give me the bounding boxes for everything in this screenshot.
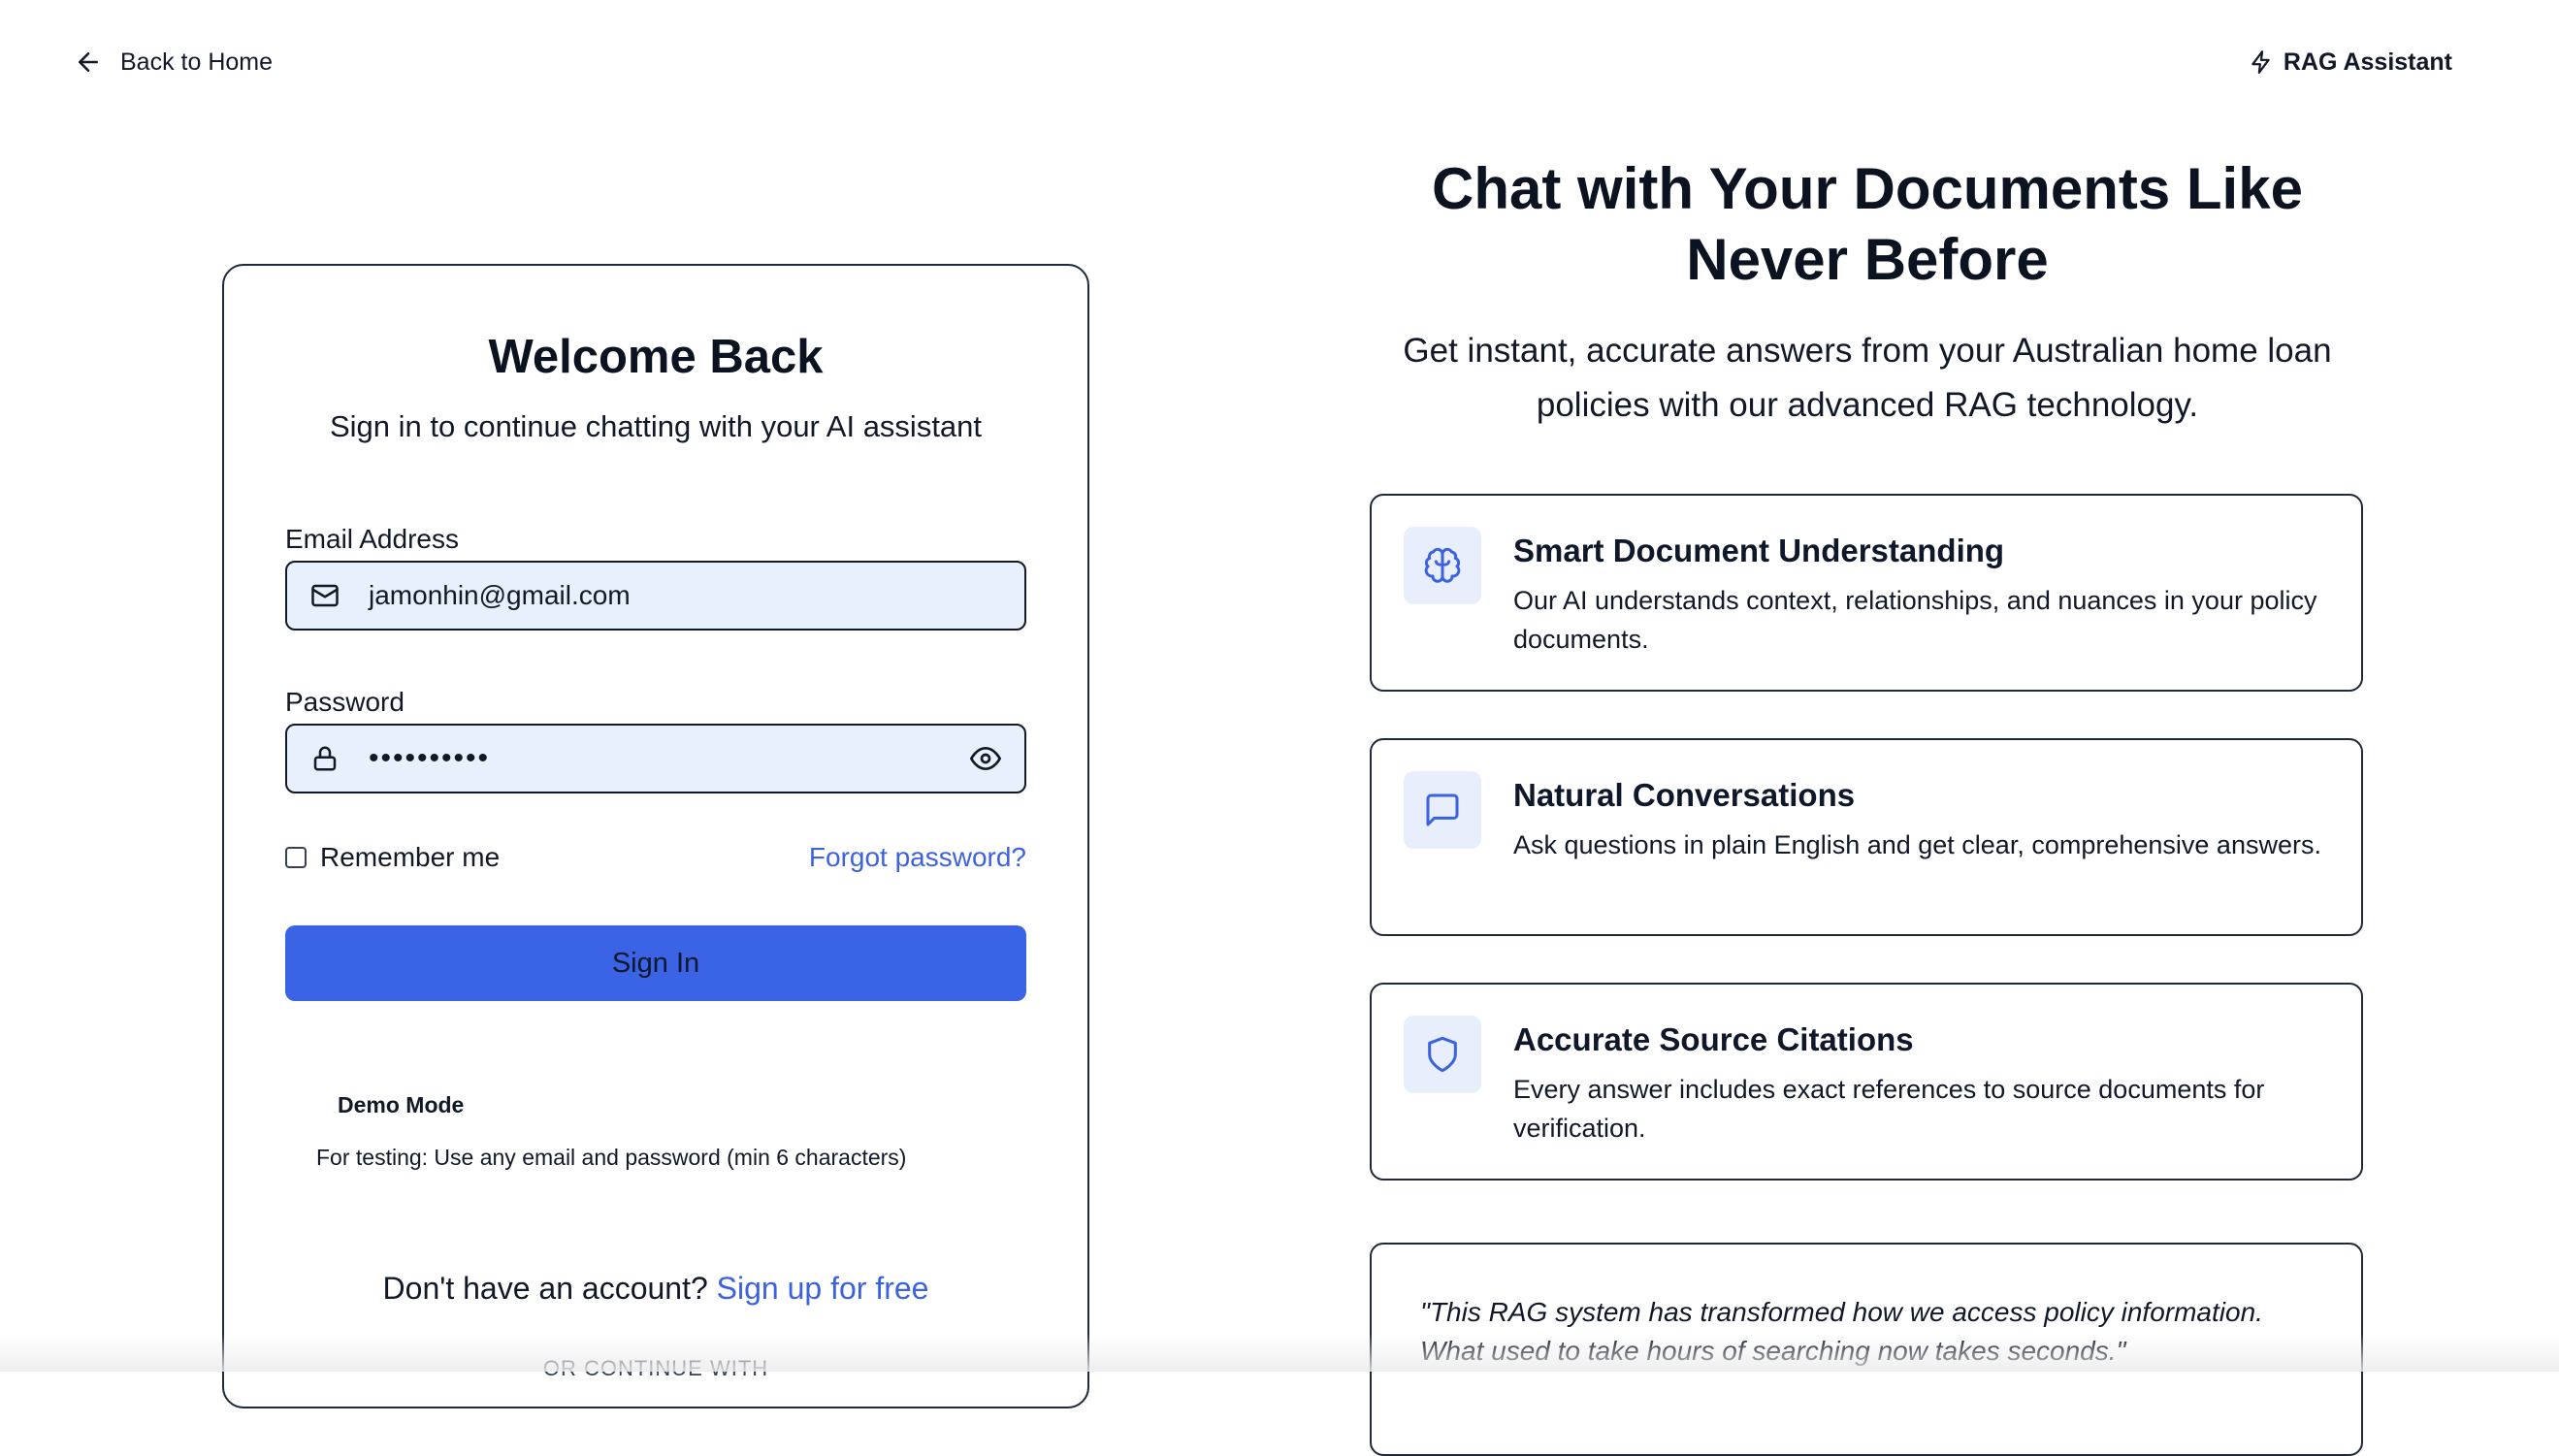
demo-mode-title: Demo Mode <box>338 1092 465 1117</box>
feature-card: Natural Conversations Ask questions in p… <box>1370 738 2363 936</box>
feature-icon-box <box>1404 771 1481 849</box>
demo-mode-text: For testing: Use any email and password … <box>316 1145 907 1170</box>
feature-card: Accurate Source Citations Every answer i… <box>1370 983 2363 1181</box>
remember-me-label: Remember me <box>320 842 501 872</box>
hero-title: Chat with Your Documents Like Never Befo… <box>1432 156 2303 292</box>
signup-prompt-text: Don't have an account? <box>382 1271 708 1306</box>
brand-name: RAG Assistant <box>2283 48 2452 76</box>
login-subtitle: Sign in to continue chatting with your A… <box>329 409 983 443</box>
lock-icon <box>313 746 337 771</box>
or-continue-with: OR CONTINUE WITH <box>542 1356 769 1380</box>
arrow-left-icon <box>79 52 98 72</box>
remember-me-checkbox[interactable] <box>285 847 307 868</box>
forgot-password-link[interactable]: Forgot password? <box>809 842 1026 873</box>
hero-subtitle: Get instant, accurate answers from your … <box>1403 332 2332 424</box>
password-value[interactable]: •••••••••• <box>369 742 970 775</box>
signup-prompt: Don't have an account? Sign up for free <box>222 1271 1089 1307</box>
eye-icon[interactable] <box>970 743 1001 774</box>
feature-description: Every answer includes exact references t… <box>1513 1075 2265 1143</box>
testimonial-card: "This RAG system has transformed how we … <box>1370 1243 2363 1456</box>
password-label: Password <box>285 687 405 717</box>
brain-icon <box>1424 547 1461 583</box>
back-to-home-label: Back to Home <box>120 48 274 76</box>
email-value[interactable]: jamonhin@gmail.com <box>369 580 1024 611</box>
password-field[interactable]: •••••••••• <box>285 724 1026 793</box>
email-field[interactable]: jamonhin@gmail.com <box>285 561 1026 631</box>
back-to-home-link[interactable]: Back to Home <box>74 43 273 81</box>
feature-icon-box <box>1404 1016 1481 1093</box>
login-title: Welcome Back <box>488 331 824 383</box>
zap-icon <box>2251 50 2270 74</box>
feature-description: Our AI understands context, relationship… <box>1513 586 2317 654</box>
shield-icon <box>1428 1036 1457 1073</box>
feature-card: Smart Document Understanding Our AI unde… <box>1370 494 2363 692</box>
signup-link[interactable]: Sign up for free <box>717 1271 929 1306</box>
feature-title: Smart Document Understanding <box>1513 533 2005 568</box>
brand-logo: RAG Assistant <box>2249 43 2452 81</box>
feature-title: Accurate Source Citations <box>1513 1021 1914 1057</box>
feature-icon-box <box>1404 527 1481 604</box>
feature-description: Ask questions in plain English and get c… <box>1513 830 2321 859</box>
testimonial-quote: "This RAG system has transformed how we … <box>1420 1297 2263 1366</box>
remember-me[interactable]: Remember me <box>285 842 500 873</box>
email-label: Email Address <box>285 524 459 554</box>
sign-in-button[interactable]: Sign In <box>285 925 1026 1001</box>
mail-icon <box>311 584 339 607</box>
feature-title: Natural Conversations <box>1513 777 1856 813</box>
message-square-icon <box>1426 793 1459 826</box>
